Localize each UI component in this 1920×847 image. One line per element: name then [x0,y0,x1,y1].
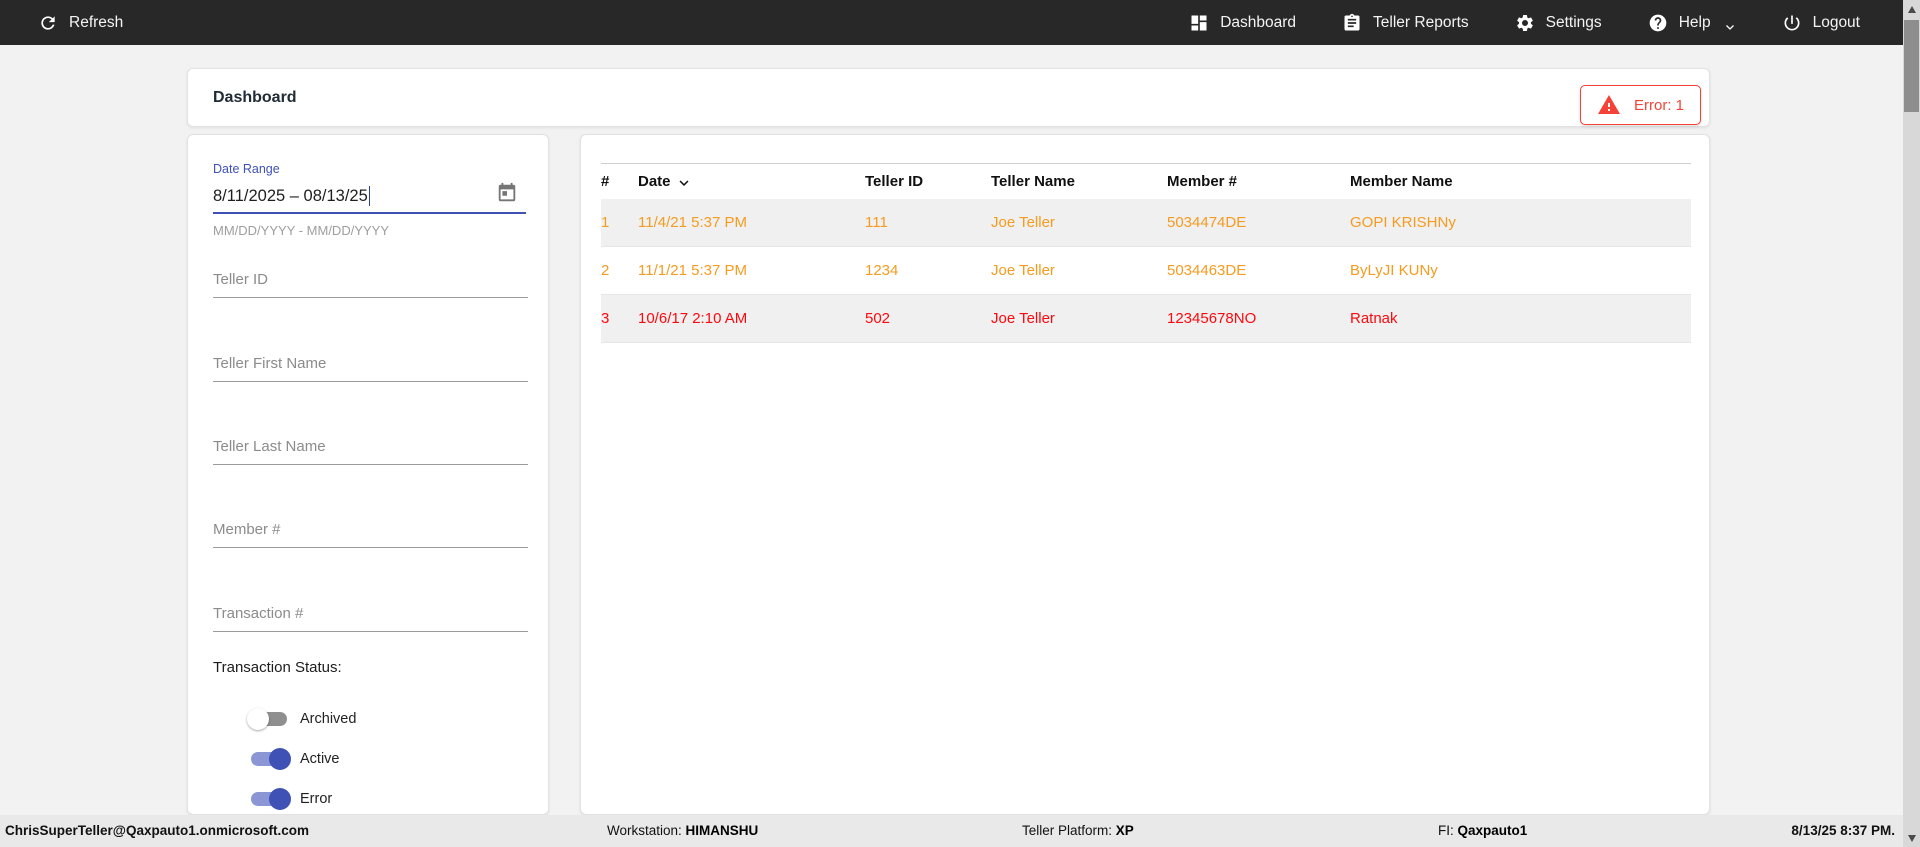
vertical-scrollbar[interactable] [1903,0,1920,847]
date-format-hint: MM/DD/YYYY - MM/DD/YYYY [213,223,526,238]
nav-teller-reports[interactable]: Teller Reports [1342,13,1469,33]
teller-id-input[interactable] [213,267,528,298]
nav-logout-label: Logout [1813,14,1860,32]
power-icon [1782,13,1802,33]
nav-teller-reports-label: Teller Reports [1373,14,1469,32]
col-teller-name: Teller Name [991,173,1167,190]
archived-switch[interactable] [249,711,289,727]
archived-label: Archived [300,711,356,727]
help-icon [1648,13,1668,33]
error-label: Error [300,791,332,807]
nav-dashboard-label: Dashboard [1220,14,1296,32]
col-date-label: Date [638,173,671,190]
table-row[interactable]: 2 11/1/21 5:37 PM 1234 Joe Teller 503446… [601,247,1691,295]
nav-dashboard[interactable]: Dashboard [1189,13,1296,33]
nav-logout[interactable]: Logout [1782,13,1860,33]
warning-triangle-icon [1597,93,1621,117]
member-number-input[interactable] [213,517,528,548]
row-num: 1 [601,214,638,231]
row-member-name: GOPI KRISHNy [1350,214,1618,231]
chevron-down-icon [1724,17,1736,29]
col-member-name: Member Name [1350,173,1618,190]
nav-settings[interactable]: Settings [1515,13,1602,33]
active-label: Active [300,751,340,767]
row-num: 2 [601,262,638,279]
refresh-icon [38,13,58,33]
row-date: 11/1/21 5:37 PM [638,262,865,279]
row-teller-name: Joe Teller [991,214,1167,231]
filter-panel: Date Range 8/11/2025 – 08/13/25 MM/DD/YY… [187,134,549,815]
row-member-num: 12345678NO [1167,310,1350,327]
logged-in-user: ChrisSuperTeller@Qaxpauto1.onmicrosoft.c… [5,823,309,838]
transaction-number-input[interactable] [213,601,528,632]
row-teller-id: 111 [865,214,991,231]
toggle-error[interactable]: Error [249,785,332,813]
row-member-name: ByLyJI KUNy [1350,262,1618,279]
row-date: 11/4/21 5:37 PM [638,214,865,231]
row-teller-name: Joe Teller [991,310,1167,327]
row-teller-name: Joe Teller [991,262,1167,279]
teller-first-name-input[interactable] [213,351,528,382]
dashboard-icon [1189,13,1209,33]
row-date: 10/6/17 2:10 AM [638,310,865,327]
transactions-table: # Date Teller ID Teller Name Member # Me… [601,163,1691,343]
toggle-active[interactable]: Active [249,745,340,773]
nav-help-label: Help [1679,14,1711,32]
row-member-num: 5034474DE [1167,214,1350,231]
workstation-info: Workstation: HIMANSHU [607,823,758,838]
gear-icon [1515,13,1535,33]
sort-desc-icon [675,172,693,192]
col-date-sort[interactable]: Date [638,172,865,192]
page-title: Dashboard [213,89,297,107]
row-member-name: Ratnak [1350,310,1618,327]
status-bar: ChrisSuperTeller@Qaxpauto1.onmicrosoft.c… [0,815,1920,847]
refresh-button[interactable]: Refresh [38,13,123,33]
date-range-value: 8/11/2025 – 08/13/25 [213,187,368,206]
text-caret [369,186,371,206]
col-member-num: Member # [1167,173,1350,190]
row-teller-id: 1234 [865,262,991,279]
transactions-card: # Date Teller ID Teller Name Member # Me… [580,134,1710,815]
col-teller-id: Teller ID [865,173,991,190]
fi-info: FI: Qaxpauto1 [1438,823,1527,838]
date-range-label: Date Range [213,162,526,176]
row-teller-id: 502 [865,310,991,327]
table-row[interactable]: 3 10/6/17 2:10 AM 502 Joe Teller 1234567… [601,295,1691,343]
clipboard-icon [1342,13,1362,33]
error-switch[interactable] [249,791,289,807]
active-switch[interactable] [249,751,289,767]
top-navbar: Refresh Dashboard Teller Reports Setting… [0,0,1920,45]
current-datetime: 8/13/25 8:37 PM. [1791,823,1895,838]
scroll-up-arrow[interactable] [1903,1,1920,17]
toggle-archived[interactable]: Archived [249,705,356,733]
transaction-status-label: Transaction Status: [213,659,526,676]
table-header-row: # Date Teller ID Teller Name Member # Me… [601,163,1691,199]
date-range-input[interactable]: 8/11/2025 – 08/13/25 [213,180,526,214]
col-num: # [601,173,638,190]
refresh-label: Refresh [69,14,123,32]
calendar-icon[interactable] [496,182,518,204]
scroll-down-arrow[interactable] [1903,830,1920,846]
error-badge-label: Error: 1 [1634,97,1684,114]
row-num: 3 [601,310,638,327]
teller-last-name-input[interactable] [213,434,528,465]
teller-platform-info: Teller Platform: XP [1022,823,1134,838]
scrollbar-thumb[interactable] [1904,20,1919,112]
error-badge[interactable]: Error: 1 [1580,85,1701,125]
page-header-card: Dashboard Error: 1 [187,68,1710,127]
nav-settings-label: Settings [1546,14,1602,32]
row-member-num: 5034463DE [1167,262,1350,279]
nav-help[interactable]: Help [1648,13,1736,33]
table-row[interactable]: 1 11/4/21 5:37 PM 111 Joe Teller 5034474… [601,199,1691,247]
